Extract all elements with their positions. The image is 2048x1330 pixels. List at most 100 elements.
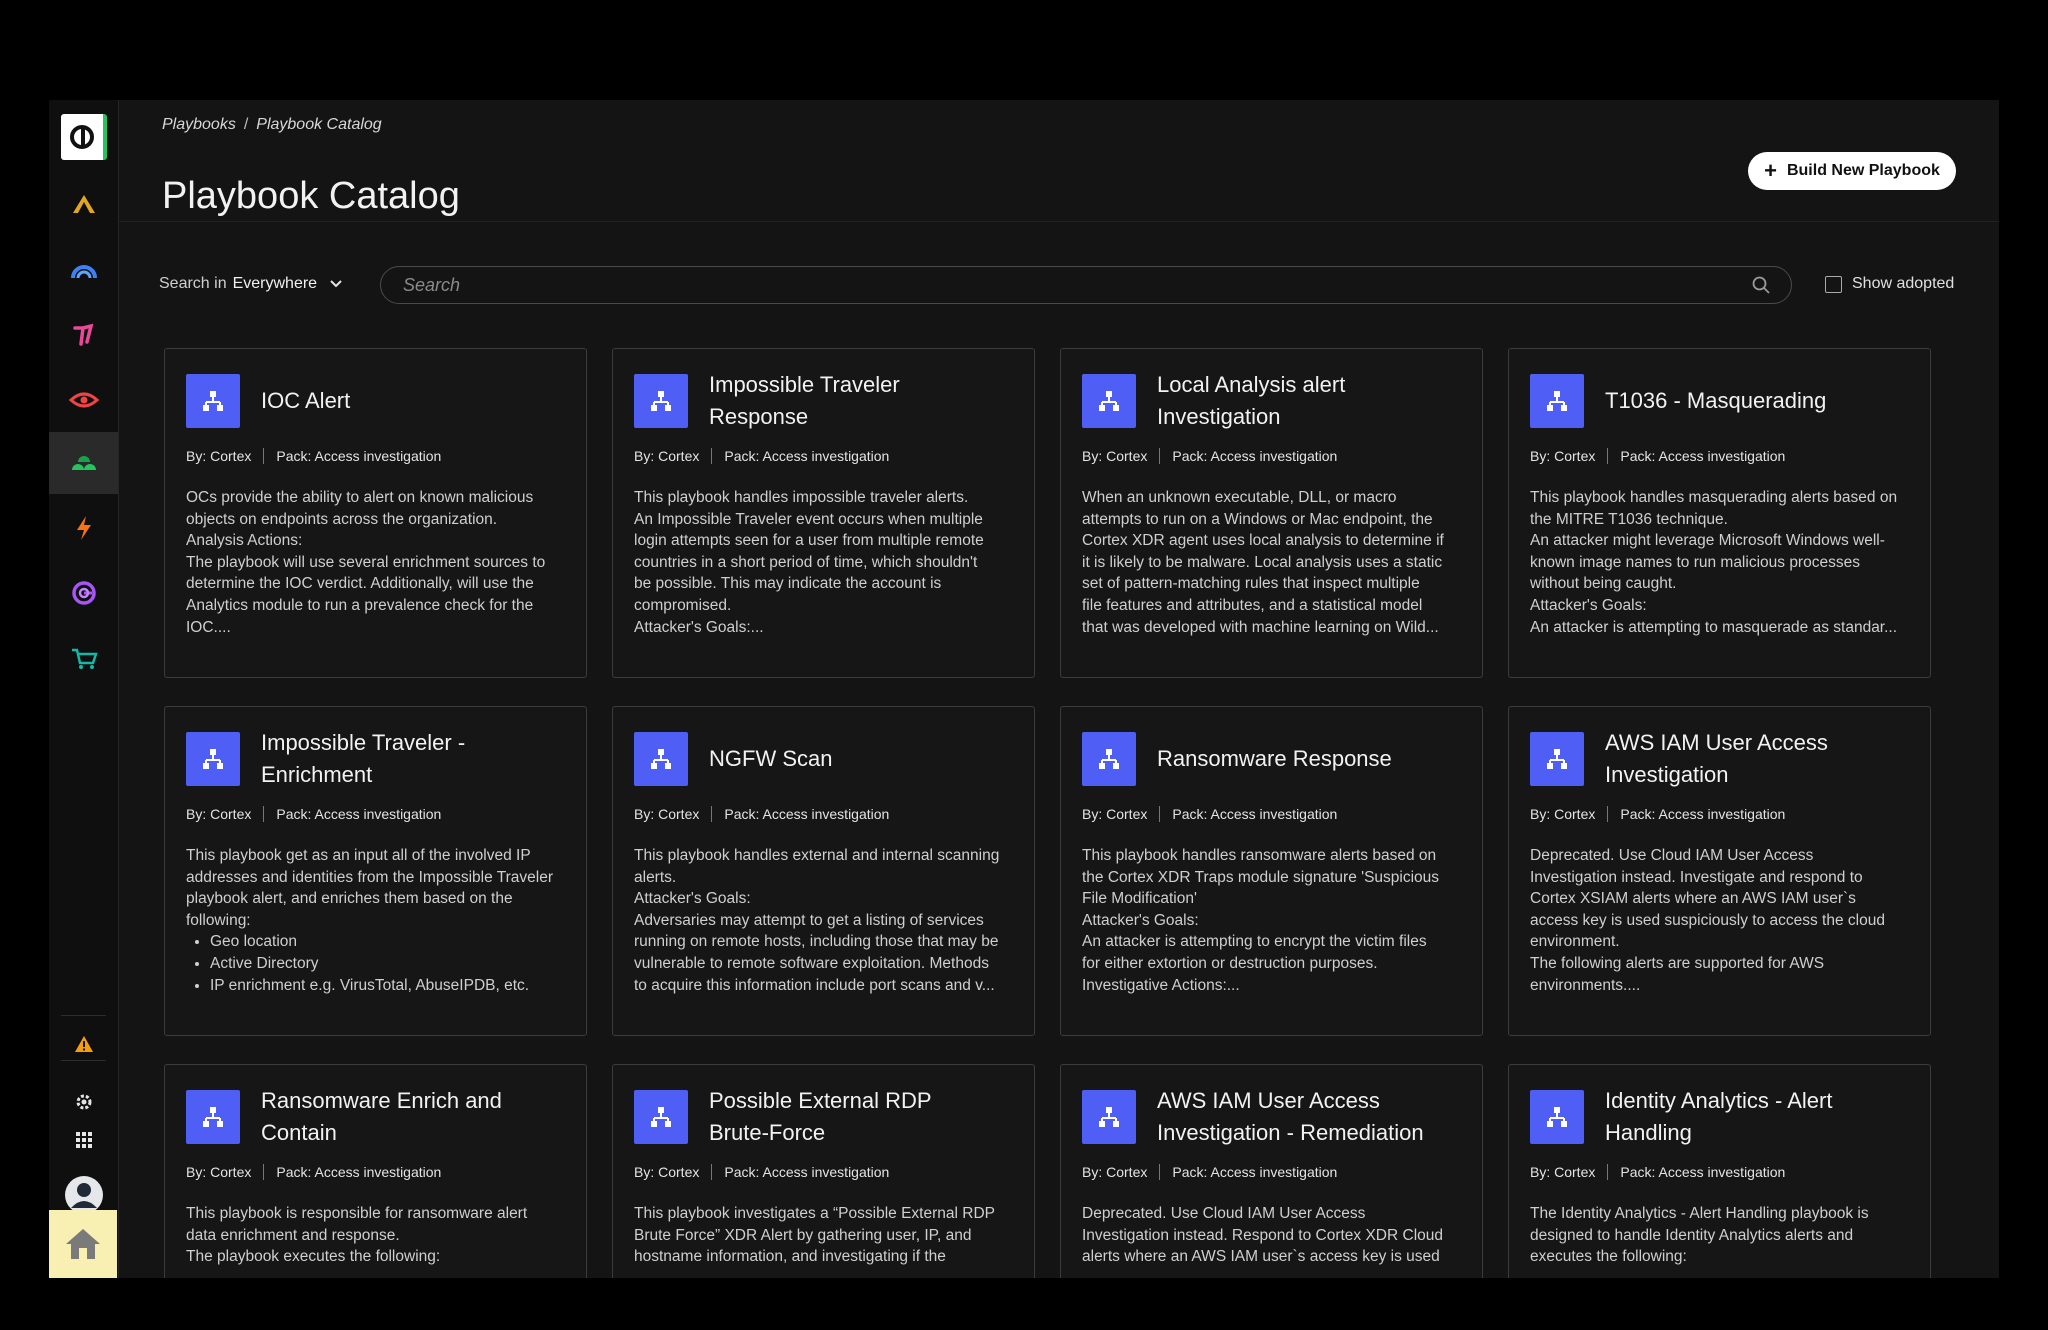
card-title[interactable]: AWS IAM User Access Investigation [1605, 727, 1828, 791]
card-title[interactable]: Ransomware Enrich and Contain [261, 1085, 502, 1149]
card-description-text: This playbook handles impossible travele… [634, 489, 984, 636]
card-pack: Pack: Access investigation [724, 806, 890, 822]
card-bullet-item: IP enrichment e.g. VirusTotal, AbuseIPDB… [210, 975, 565, 997]
search-icon[interactable] [1751, 275, 1771, 295]
dashboard-gauge-icon[interactable] [49, 239, 118, 301]
sidebar-divider [61, 1060, 106, 1061]
search-scope-dropdown[interactable]: Search in Everywhere [159, 275, 343, 293]
card-pack: Pack: Access investigation [724, 448, 890, 464]
card-author: By: Cortex [186, 1164, 252, 1180]
card-author: By: Cortex [1082, 448, 1148, 464]
playbook-card[interactable]: Ransomware Enrich and Contain By: Cortex… [164, 1064, 587, 1278]
card-description-text: Deprecated. Use Cloud IAM User Access In… [1082, 1205, 1444, 1266]
eye-app-icon[interactable] [49, 369, 118, 431]
build-new-playbook-label: Build New Playbook [1786, 162, 1940, 179]
show-adopted-checkbox[interactable] [1825, 275, 1842, 293]
card-meta: By: Cortex Pack: Access investigation [186, 806, 565, 822]
playbook-card[interactable]: Impossible Traveler Response By: Cortex … [612, 348, 1035, 678]
playbook-card[interactable]: IOC Alert By: Cortex Pack: Access invest… [164, 348, 587, 678]
card-pack: Pack: Access investigation [1172, 806, 1338, 822]
meta-divider [711, 1164, 713, 1180]
home-icon[interactable] [49, 1210, 117, 1278]
card-description: Deprecated. Use Cloud IAM User Access In… [1530, 845, 1909, 996]
card-description: This playbook handles ransomware alerts … [1082, 845, 1461, 996]
search-field[interactable] [380, 266, 1792, 304]
lightning-app-icon[interactable] [49, 497, 118, 559]
playbook-card[interactable]: Ransomware Response By: Cortex Pack: Acc… [1060, 706, 1483, 1036]
meta-divider [263, 448, 265, 464]
playbook-card[interactable]: AWS IAM User Access Investigation By: Co… [1508, 706, 1931, 1036]
card-header: AWS IAM User Access Investigation - Reme… [1082, 1088, 1461, 1145]
card-title[interactable]: Identity Analytics - Alert Handling [1605, 1085, 1832, 1149]
card-title[interactable]: Possible External RDP Brute-Force [709, 1085, 932, 1149]
page-title: Playbook Catalog [162, 175, 460, 218]
card-description-text: This playbook investigates a “Possible E… [634, 1205, 995, 1266]
card-title[interactable]: Impossible Traveler - Enrichment [261, 727, 465, 791]
card-description-text: When an unknown executable, DLL, or macr… [1082, 489, 1444, 636]
marketplace-cart-icon[interactable] [49, 628, 118, 690]
card-author: By: Cortex [1082, 806, 1148, 822]
card-meta: By: Cortex Pack: Access investigation [1530, 448, 1909, 464]
search-input[interactable] [401, 273, 1751, 297]
card-author: By: Cortex [634, 1164, 700, 1180]
playbook-card[interactable]: Impossible Traveler - Enrichment By: Cor… [164, 706, 587, 1036]
playbooks-app-icon[interactable] [49, 432, 118, 494]
playbook-flow-icon [1082, 374, 1136, 428]
card-author: By: Cortex [186, 806, 252, 822]
card-pack: Pack: Access investigation [276, 806, 442, 822]
card-header: AWS IAM User Access Investigation [1530, 730, 1909, 787]
warning-icon[interactable] [49, 1013, 118, 1075]
card-pack: Pack: Access investigation [1172, 1164, 1338, 1180]
meta-divider [263, 806, 265, 822]
meta-divider [711, 448, 713, 464]
card-description-text: OCs provide the ability to alert on know… [186, 489, 546, 636]
card-description-text: This playbook is responsible for ransomw… [186, 1205, 528, 1266]
card-bullet-item: Active Directory [210, 953, 565, 975]
card-title[interactable]: NGFW Scan [709, 743, 832, 775]
build-new-playbook-button[interactable]: + Build New Playbook [1748, 152, 1956, 190]
card-header: IOC Alert [186, 374, 565, 428]
spiral-app-icon[interactable] [49, 562, 118, 624]
playbook-card[interactable]: Identity Analytics - Alert Handling By: … [1508, 1064, 1931, 1278]
signal-app-icon[interactable] [49, 304, 118, 366]
playbook-card[interactable]: T1036 - Masquerading By: Cortex Pack: Ac… [1508, 348, 1931, 678]
breadcrumb-playbooks-link[interactable]: Playbooks [162, 116, 236, 133]
breadcrumb-separator: / [243, 116, 249, 133]
breadcrumb-current: Playbook Catalog [256, 116, 382, 133]
card-description: OCs provide the ability to alert on know… [186, 487, 565, 638]
card-header: Impossible Traveler - Enrichment [186, 730, 565, 787]
card-header: NGFW Scan [634, 732, 1013, 786]
playbook-flow-icon [186, 732, 240, 786]
card-title[interactable]: AWS IAM User Access Investigation - Reme… [1157, 1085, 1424, 1149]
card-pack: Pack: Access investigation [1620, 1164, 1786, 1180]
card-title[interactable]: Local Analysis alert Investigation [1157, 369, 1345, 433]
playbook-flow-icon [186, 1090, 240, 1144]
meta-divider [711, 806, 713, 822]
card-description: When an unknown executable, DLL, or macr… [1082, 487, 1461, 638]
card-title[interactable]: T1036 - Masquerading [1605, 385, 1826, 417]
card-meta: By: Cortex Pack: Access investigation [634, 448, 1013, 464]
sidebar [49, 100, 119, 1278]
apps-grid-icon[interactable] [49, 1109, 118, 1171]
card-header: T1036 - Masquerading [1530, 374, 1909, 428]
card-meta: By: Cortex Pack: Access investigation [186, 1164, 565, 1180]
meta-divider [263, 1164, 265, 1180]
card-description: This playbook is responsible for ransomw… [186, 1203, 565, 1268]
show-adopted-toggle[interactable]: Show adopted [1825, 275, 1954, 293]
playbook-card[interactable]: AWS IAM User Access Investigation - Reme… [1060, 1064, 1483, 1278]
triangle-app-icon[interactable] [49, 173, 118, 235]
card-author: By: Cortex [1530, 1164, 1596, 1180]
card-author: By: Cortex [634, 806, 700, 822]
chevron-down-icon [330, 280, 342, 288]
card-pack: Pack: Access investigation [276, 1164, 442, 1180]
playbook-card[interactable]: NGFW Scan By: Cortex Pack: Access invest… [612, 706, 1035, 1036]
playbook-card[interactable]: Possible External RDP Brute-Force By: Co… [612, 1064, 1035, 1278]
card-pack: Pack: Access investigation [1620, 806, 1786, 822]
playbook-card[interactable]: Local Analysis alert Investigation By: C… [1060, 348, 1483, 678]
cortex-logo-icon[interactable] [49, 106, 118, 168]
card-title[interactable]: IOC Alert [261, 385, 350, 417]
card-pack: Pack: Access investigation [1172, 448, 1338, 464]
card-title[interactable]: Impossible Traveler Response [709, 369, 900, 433]
card-description: This playbook handles impossible travele… [634, 487, 1013, 638]
card-title[interactable]: Ransomware Response [1157, 743, 1392, 775]
